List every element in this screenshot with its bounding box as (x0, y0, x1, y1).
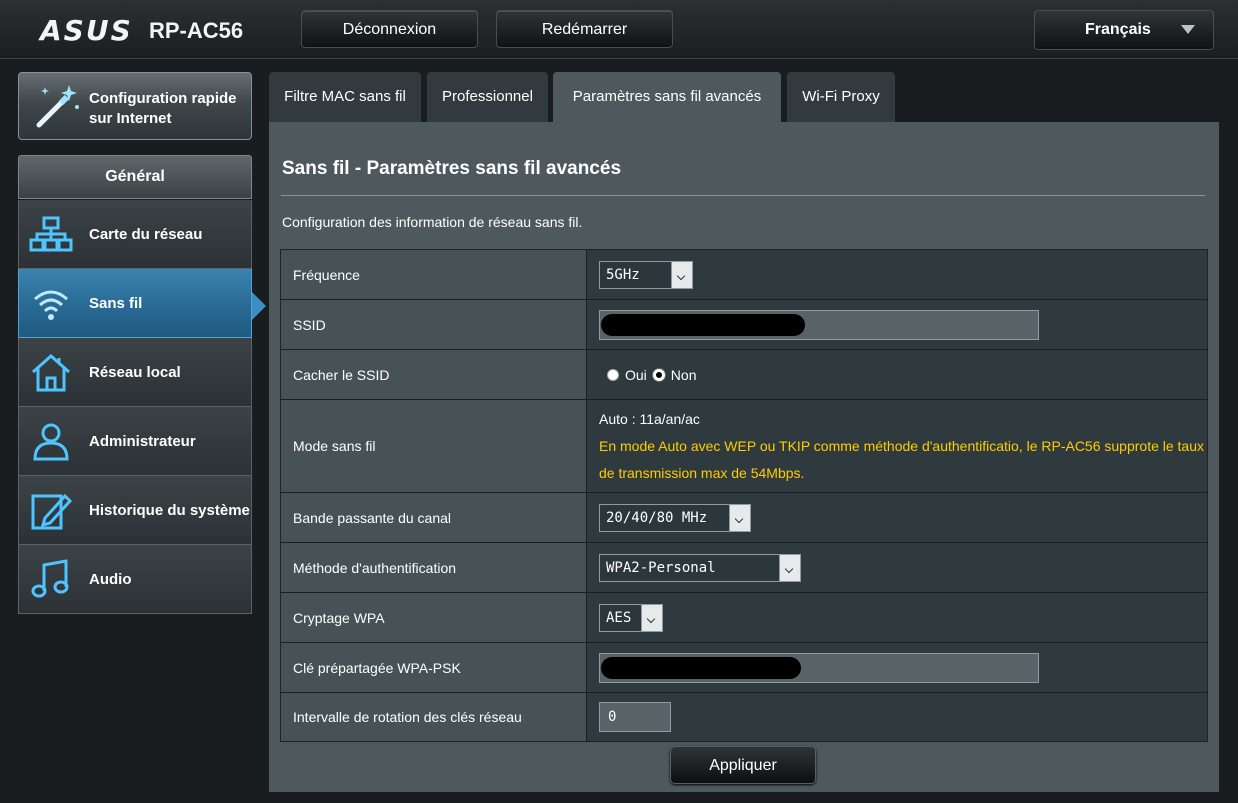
sidebar-item-system-log[interactable]: Historique du système (18, 476, 252, 545)
row-auth-method: Méthode d'authentification WPA2-Personal (281, 543, 1207, 593)
tab-professional[interactable]: Professionnel (427, 72, 548, 122)
bandwidth-value: 20/40/80 MHz (606, 509, 708, 526)
redaction-mark (601, 314, 805, 336)
frequency-value: 5GHz (606, 266, 640, 283)
user-icon (33, 423, 69, 461)
hide-ssid-yes-radio[interactable]: Oui (607, 367, 647, 383)
chevron-down-icon (729, 504, 750, 531)
field-label: SSID (281, 300, 587, 349)
auth-method-select[interactable]: WPA2-Personal (599, 553, 801, 582)
chevron-down-icon (1181, 25, 1195, 34)
brand-logo: ASUS (40, 14, 133, 47)
sidebar-item-admin[interactable]: Administrateur (18, 407, 252, 476)
row-wpa-psk: Clé prépartagée WPA-PSK (281, 643, 1207, 693)
redaction-mark (601, 657, 801, 679)
radio-label: Oui (625, 366, 647, 383)
sidebar-item-label: Audio (89, 570, 132, 588)
music-note-icon (31, 559, 69, 598)
row-wireless-mode: Mode sans fil Auto : 11a/an/ac En mode A… (281, 400, 1207, 493)
model-name: RP-AC56 (149, 18, 244, 43)
sidebar-item-label: Sans fil (89, 294, 143, 312)
field-label: Intervalle de rotation des clés réseau (281, 693, 587, 741)
key-rotation-input[interactable]: 0 (599, 702, 671, 732)
field-label: Cacher le SSID (281, 350, 587, 399)
top-bar: ASUS RP-AC56 Déconnexion Redémarrer Fran… (0, 0, 1238, 58)
field-label: Méthode d'authentification (281, 543, 587, 592)
main-panel: Sans fil - Paramètres sans fil avancés C… (269, 122, 1219, 792)
logout-button[interactable]: Déconnexion (301, 10, 478, 48)
sidebar-item-audio[interactable]: Audio (18, 545, 252, 614)
sidebar-item-wireless[interactable]: Sans fil (18, 269, 252, 338)
chevron-down-icon (779, 554, 800, 581)
settings-table: Fréquence 5GHz SSID Cacher le SSID Oui N… (280, 249, 1208, 742)
quick-setup-label: Configuration rapide sur Internet (89, 90, 237, 127)
wireless-mode-info: Auto : 11a/an/ac En mode Auto avec WEP o… (599, 400, 1207, 495)
row-ssid: SSID (281, 300, 1207, 350)
active-item-pointer (252, 292, 266, 320)
row-wpa-encryption: Cryptage WPA AES (281, 593, 1207, 643)
field-label: Bande passante du canal (281, 493, 587, 542)
house-icon (32, 353, 70, 392)
language-label: Français (1085, 21, 1151, 38)
row-frequency: Fréquence 5GHz (281, 250, 1207, 300)
frequency-select[interactable]: 5GHz (599, 260, 693, 289)
radio-label: Non (670, 366, 697, 383)
network-map-icon (29, 216, 73, 252)
chevron-down-icon (641, 604, 662, 631)
sidebar-item-label: Historique du système (89, 501, 250, 519)
sidebar-item-label: Carte du réseau (89, 225, 203, 243)
radio-button[interactable] (607, 368, 619, 381)
tab-advanced-wireless[interactable]: Paramètres sans fil avancés (553, 72, 781, 122)
row-key-rotation: Intervalle de rotation des clés réseau 0 (281, 693, 1207, 741)
language-select[interactable]: Français (1034, 10, 1214, 50)
row-hide-ssid: Cacher le SSID Oui Non (281, 350, 1207, 400)
quick-setup-button[interactable]: Configuration rapide sur Internet (18, 72, 252, 140)
wifi-icon (34, 290, 68, 320)
page-title: Sans fil - Paramètres sans fil avancés (282, 158, 622, 179)
tab-mac-filter[interactable]: Filtre MAC sans fil (269, 72, 421, 122)
sidebar-item-label: Administrateur (89, 432, 196, 450)
reboot-button[interactable]: Redémarrer (496, 10, 673, 48)
row-bandwidth: Bande passante du canal 20/40/80 MHz (281, 493, 1207, 543)
hide-ssid-no-radio[interactable]: Non (652, 366, 697, 383)
field-label: Mode sans fil (281, 400, 587, 492)
wireless-mode-note: En mode Auto avec WEP ou TKIP comme méth… (599, 438, 1205, 481)
wpa-encryption-select[interactable]: AES (599, 603, 663, 632)
field-label: Clé prépartagée WPA-PSK (281, 643, 587, 692)
title-divider (281, 195, 1205, 196)
auth-method-value: WPA2-Personal (606, 559, 716, 576)
sidebar-menu: Carte du réseau Sans fil Réseau local Ad… (18, 200, 252, 614)
sidebar-item-label: Réseau local (89, 363, 181, 381)
bandwidth-select[interactable]: 20/40/80 MHz (599, 503, 751, 532)
page-description: Configuration des information de réseau … (282, 214, 583, 230)
field-label: Fréquence (281, 250, 587, 299)
log-edit-icon (31, 493, 73, 530)
chevron-down-icon (671, 261, 692, 288)
header-divider (0, 58, 1238, 59)
field-label: Cryptage WPA (281, 593, 587, 642)
sidebar-section-general: Général (18, 155, 252, 199)
apply-button[interactable]: Appliquer (670, 746, 816, 784)
sidebar-item-lan[interactable]: Réseau local (18, 338, 252, 407)
magic-wand-icon (36, 85, 79, 128)
wireless-mode-value: Auto : 11a/an/ac (599, 411, 700, 427)
wpa-encryption-value: AES (606, 609, 632, 626)
radio-button-selected[interactable] (652, 368, 665, 381)
tab-wifi-proxy[interactable]: Wi-Fi Proxy (787, 72, 895, 122)
sidebar-item-network-map[interactable]: Carte du réseau (18, 200, 252, 269)
